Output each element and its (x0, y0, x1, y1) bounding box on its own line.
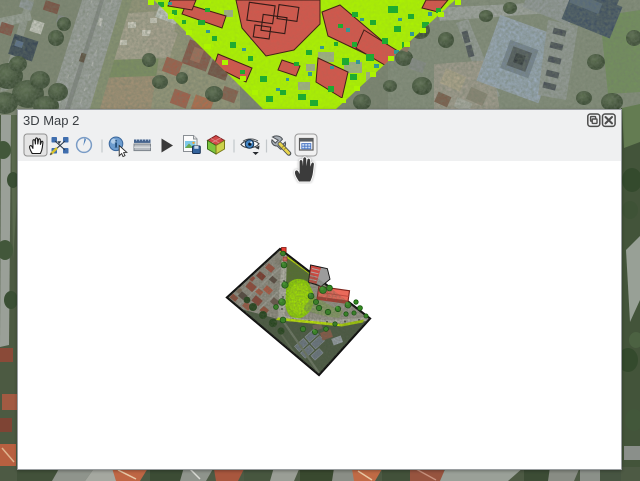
svg-text:i: i (114, 139, 117, 151)
